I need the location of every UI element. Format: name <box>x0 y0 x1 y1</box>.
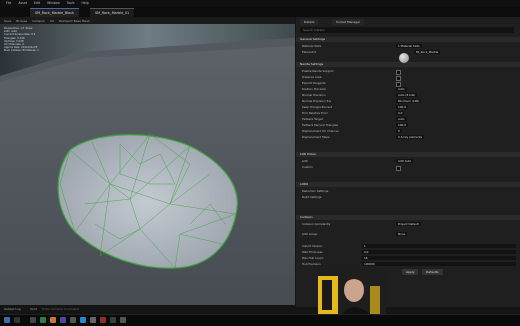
taskbar-app-icon[interactable] <box>90 317 96 323</box>
taskbar-app-icon[interactable] <box>80 317 86 323</box>
menu-item-tools[interactable]: Tools <box>67 0 75 7</box>
taskbar-app-icon[interactable] <box>50 317 56 323</box>
section-lod-picker[interactable]: LOD Picker <box>296 152 520 157</box>
webcam-overlay <box>318 268 386 314</box>
tab-asset-1[interactable]: SM_Rock_Marble_Block <box>30 8 80 17</box>
menu-item-edit[interactable]: Edit <box>34 0 40 7</box>
output-log-button[interactable]: Output Log <box>4 305 21 314</box>
mesh-viewport[interactable]: Perspective Lit Show LOD: Auto Current S… <box>0 24 295 305</box>
taskbar-app-icon[interactable] <box>100 317 106 323</box>
tab-asset-2[interactable]: SM_Rock_Marble_01 <box>90 8 135 17</box>
streamer-image <box>318 268 386 314</box>
cmd-label: Cmd <box>30 307 37 311</box>
os-taskbar <box>0 314 520 326</box>
custom-checkbox[interactable] <box>396 165 401 171</box>
row-collision-complexity: Collision Complexity Project Default <box>302 222 421 226</box>
taskbar-app-icon[interactable] <box>40 317 46 323</box>
menu-bar: File Asset Edit Window Tools Help <box>0 0 520 7</box>
row-displacement-maps: Displacement Maps 0 Array elements <box>302 135 425 139</box>
defaults-button[interactable]: Defaults <box>422 269 443 275</box>
editor-bottom-bar: Output Log Cmd Enter Console Command <box>0 305 296 314</box>
menu-item-file[interactable]: File <box>6 0 11 7</box>
taskbar-app-icon[interactable] <box>30 317 36 323</box>
start-icon[interactable] <box>4 317 10 323</box>
tab-details[interactable]: Details <box>300 19 319 25</box>
taskbar-app-icon[interactable] <box>120 317 126 323</box>
taskbar-app-icon[interactable] <box>110 317 116 323</box>
row-custom: Custom <box>296 164 520 171</box>
row-build-settings: Build Settings <box>302 195 322 199</box>
search-icon[interactable] <box>14 317 20 323</box>
tab-socket-manager[interactable]: Socket Manager <box>332 19 365 25</box>
menu-item-window[interactable]: Window <box>47 0 60 7</box>
row-hull-precision: Hull Precision 100000 <box>296 261 520 267</box>
details-panel: Details Socket Manager Search Details Ge… <box>296 17 520 307</box>
section-collision[interactable]: Collision <box>296 215 520 220</box>
row-element-0: Element 0 MI_Rock_Marble <box>302 50 441 54</box>
section-lod0[interactable]: LOD0 <box>296 182 520 187</box>
taskbar-app-icon[interactable] <box>60 317 66 323</box>
section-nanite-settings[interactable]: Nanite Settings <box>296 62 520 67</box>
viewport-scene <box>0 24 295 305</box>
menu-item-help[interactable]: Help <box>82 0 89 7</box>
viewport-stats: Perspective Lit Show LOD: Auto Current S… <box>4 27 39 53</box>
console-input[interactable]: Enter Console Command <box>42 305 79 314</box>
taskbar-app-icon[interactable] <box>70 317 76 323</box>
row-lod-group: LOD Group None <box>302 232 408 236</box>
details-search-input[interactable]: Search Details <box>300 27 514 33</box>
tab-bar: SM_Rock_Marble_Block SM_Rock_Marble_01 <box>0 7 520 17</box>
section-general-settings[interactable]: General Settings <box>296 37 520 42</box>
apply-button[interactable]: Apply <box>402 269 419 275</box>
menu-item-asset[interactable]: Asset <box>18 0 27 7</box>
